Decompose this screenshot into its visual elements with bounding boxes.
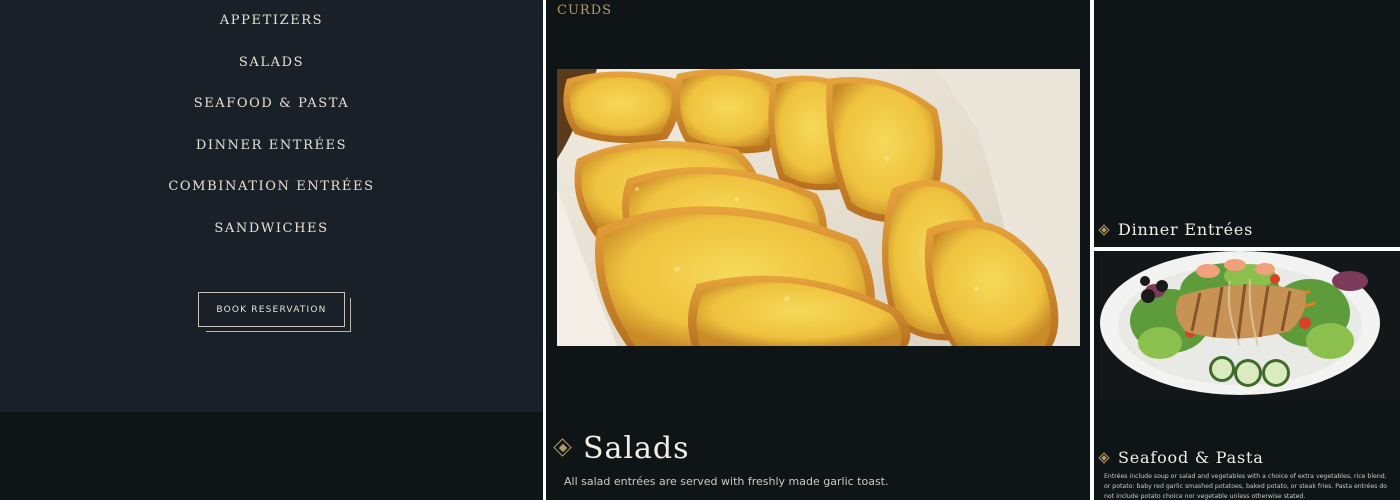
seafood-pasta-panel: Seafood & Pasta Entrées include soup or … — [1094, 251, 1400, 500]
nav-item-salads[interactable]: SALADS — [0, 55, 543, 70]
chicken-salad-illustration — [1100, 251, 1400, 401]
garlic-toast-image — [557, 69, 1080, 346]
chicken-salad-image — [1100, 251, 1400, 401]
seafood-pasta-description: Entrées include soup or salad and vegeta… — [1104, 473, 1388, 500]
garlic-toast-illustration — [557, 69, 1080, 346]
nav-item-appetizers[interactable]: APPETIZERS — [0, 13, 543, 28]
salads-panel: CURDS Salads All salad entrées are serve… — [546, 0, 1090, 500]
diamond-icon — [1098, 223, 1110, 236]
nav-item-seafood-pasta[interactable]: SEAFOOD & PASTA — [0, 96, 543, 111]
curds-label: CURDS — [557, 3, 613, 18]
left-nav-panel: APPETIZERS SALADS SEAFOOD & PASTA DINNER… — [0, 0, 543, 500]
book-reservation-wrapper: BOOK RESERVATION — [198, 292, 351, 333]
dinner-entrees-heading: Dinner Entrées — [1098, 220, 1254, 239]
dinner-entrees-title: Dinner Entrées — [1118, 220, 1254, 239]
diamond-icon — [553, 438, 572, 457]
book-reservation-button[interactable]: BOOK RESERVATION — [198, 292, 345, 327]
diamond-icon — [1098, 451, 1110, 464]
seafood-pasta-heading: Seafood & Pasta — [1098, 448, 1264, 467]
nav-item-dinner-entrees[interactable]: DINNER ENTRÉES — [0, 138, 543, 153]
nav-item-combination-entrees[interactable]: COMBINATION ENTRÉES — [0, 179, 543, 194]
nav-menu-area: APPETIZERS SALADS SEAFOOD & PASTA DINNER… — [0, 0, 543, 412]
seafood-pasta-title: Seafood & Pasta — [1118, 448, 1264, 467]
nav-item-sandwiches[interactable]: SANDWICHES — [0, 221, 543, 236]
salads-title: Salads — [583, 430, 690, 466]
salads-heading: Salads — [553, 428, 690, 468]
salads-description: All salad entrées are served with freshl… — [564, 475, 889, 488]
dinner-entrees-panel: Dinner Entrées — [1094, 0, 1400, 247]
